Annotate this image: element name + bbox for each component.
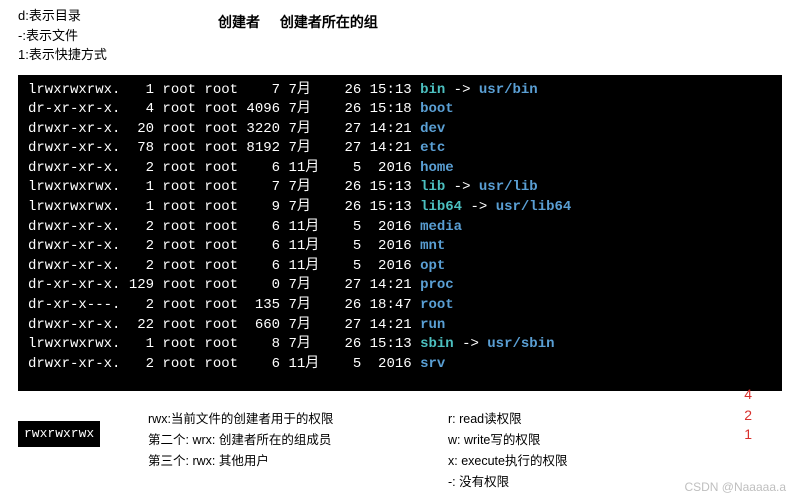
list-row: drwxr-xr-x. 2 root root 6 11月 5 2016 hom… (28, 159, 772, 179)
list-row: lrwxrwxrwx. 1 root root 9 7月 26 15:13 li… (28, 198, 772, 218)
legend-right: r: read读权限 w: write写的权限 x: execute执行的权限 … (448, 409, 648, 494)
note-dash: -:表示文件 (18, 26, 198, 46)
terminal-listing: lrwxrwxrwx. 1 root root 7 7月 26 15:13 bi… (18, 75, 782, 391)
list-row: dr-xr-xr-x. 129 root root 0 7月 27 14:21 … (28, 276, 772, 296)
list-row: drwxr-xr-x. 2 root root 6 11月 5 2016 opt (28, 257, 772, 277)
entry-name: root (420, 297, 454, 313)
list-row: drwxr-xr-x. 2 root root 6 11月 5 2016 mnt (28, 237, 772, 257)
entry-name: opt (420, 258, 445, 274)
note-1: 1:表示快捷方式 (18, 45, 198, 65)
legend-right-w: w: write写的权限 (448, 430, 648, 451)
list-row: lrwxrwxrwx. 1 root root 7 7月 26 15:13 li… (28, 178, 772, 198)
list-row: drwxr-xr-x. 2 root root 6 11月 5 2016 srv (28, 355, 772, 375)
top-left-notes: d:表示目录 -:表示文件 1:表示快捷方式 (18, 6, 198, 65)
entry-name: home (420, 160, 454, 176)
permission-values: 4 2 1 (744, 385, 752, 444)
entry-name: lib64 (420, 199, 462, 215)
legend-right-dash: -: 没有权限 (448, 472, 648, 493)
list-row: lrwxrwxrwx. 1 root root 8 7月 26 15:13 sb… (28, 335, 772, 355)
list-row: drwxr-xr-x. 2 root root 6 11月 5 2016 med… (28, 218, 772, 238)
entry-name: etc (420, 140, 445, 156)
link-target: usr/lib (479, 179, 538, 195)
link-target: usr/sbin (487, 336, 554, 352)
list-row: lrwxrwxrwx. 1 root root 7 7月 26 15:13 bi… (28, 81, 772, 101)
entry-name: boot (420, 101, 454, 117)
header-group: 创建者所在的组 (280, 14, 378, 30)
legend-left: rwx:当前文件的创建者用于的权限 第二个: wrx: 创建者所在的组成员 第三… (148, 409, 448, 494)
entry-name: lib (420, 179, 445, 195)
list-row: drwxr-xr-x. 78 root root 8192 7月 27 14:2… (28, 139, 772, 159)
legend-left-3: 第三个: rwx: 其他用户 (148, 451, 448, 472)
legend-right-x: x: execute执行的权限 (448, 451, 648, 472)
value-2: 2 (744, 406, 752, 425)
legend-right-r: r: read读权限 (448, 409, 648, 430)
entry-name: dev (420, 121, 445, 137)
entry-name: bin (420, 82, 445, 98)
list-row: drwxr-xr-x. 20 root root 3220 7月 27 14:2… (28, 120, 772, 140)
legend-left-2: 第二个: wrx: 创建者所在的组成员 (148, 430, 448, 451)
entry-name: proc (420, 277, 454, 293)
watermark: CSDN @Naaaaa.a (684, 480, 786, 494)
note-d: d:表示目录 (18, 6, 198, 26)
entry-name: sbin (420, 336, 454, 352)
value-4: 4 (744, 385, 752, 404)
entry-name: srv (420, 356, 445, 372)
value-1: 1 (744, 425, 752, 444)
entry-name: mnt (420, 238, 445, 254)
badge-wrap: rwxrwxrwx (18, 409, 148, 494)
link-target: usr/lib64 (496, 199, 572, 215)
top-notes: d:表示目录 -:表示文件 1:表示快捷方式 创建者 创建者所在的组 (0, 0, 800, 69)
header-owner: 创建者 (218, 14, 260, 30)
bottom-legend: rwxrwxrwx rwx:当前文件的创建者用于的权限 第二个: wrx: 创建… (0, 409, 800, 494)
list-row: dr-xr-x---. 2 root root 135 7月 26 18:47 … (28, 296, 772, 316)
entry-name: media (420, 219, 462, 235)
link-target: usr/bin (479, 82, 538, 98)
legend-left-1: rwx:当前文件的创建者用于的权限 (148, 409, 448, 430)
entry-name: run (420, 317, 445, 333)
rwx-badge: rwxrwxrwx (18, 421, 100, 447)
top-mid-headers: 创建者 创建者所在的组 (198, 6, 394, 33)
list-row: dr-xr-xr-x. 4 root root 4096 7月 26 15:18… (28, 100, 772, 120)
list-row: drwxr-xr-x. 22 root root 660 7月 27 14:21… (28, 316, 772, 336)
